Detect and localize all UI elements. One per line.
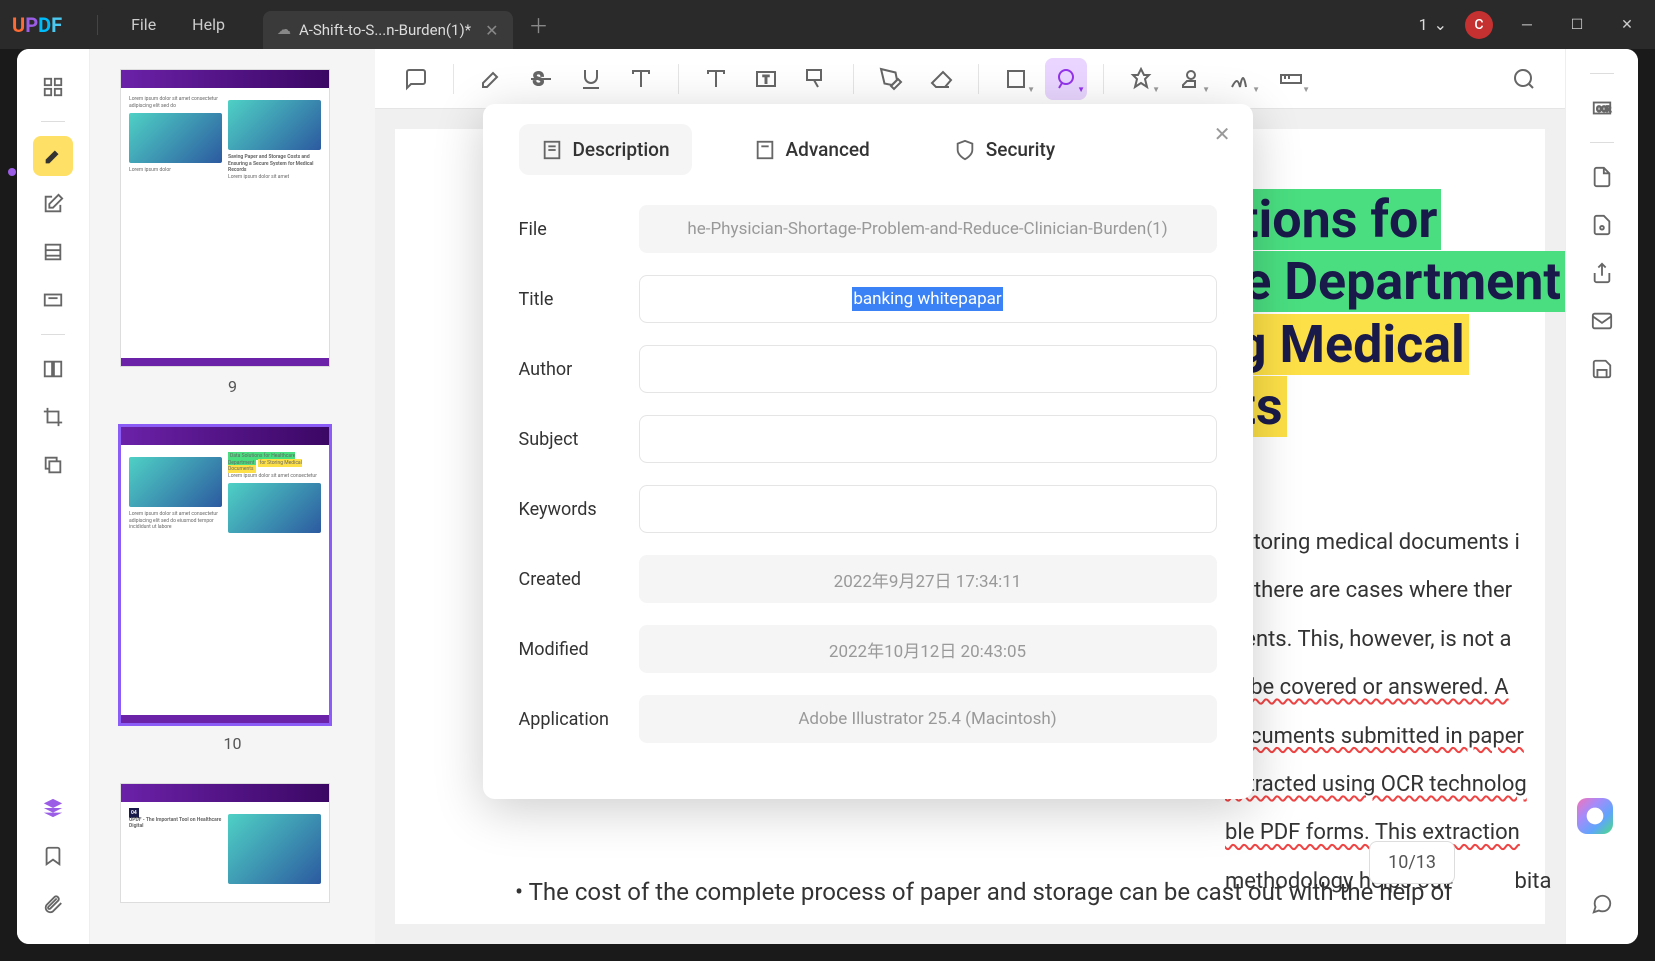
compare-icon[interactable]: [33, 349, 73, 389]
menu-help[interactable]: Help: [174, 15, 243, 34]
textbox-tool[interactable]: T: [745, 58, 787, 100]
eraser-tool[interactable]: [920, 58, 962, 100]
cloud-icon: ☁: [277, 22, 291, 38]
properties-modal: ✕ Description Advanced Security File he-…: [483, 104, 1253, 799]
user-avatar[interactable]: C: [1465, 11, 1493, 39]
protect-icon[interactable]: [1582, 205, 1622, 245]
text-tool[interactable]: [620, 58, 662, 100]
tab-description[interactable]: Description: [519, 124, 692, 175]
thumbnail-page-10[interactable]: Lorem ipsum dolor sit amet consectetur a…: [120, 426, 345, 753]
pencil-tool[interactable]: [870, 58, 912, 100]
thumbnail-number: 9: [120, 377, 345, 396]
titlebar: UPDF File Help ☁ A-Shift-to-S...n-Burden…: [0, 0, 1655, 49]
typewriter-tool[interactable]: [695, 58, 737, 100]
svg-text:OCR: OCR: [1597, 105, 1612, 114]
left-sidebar: [17, 49, 90, 944]
title-input[interactable]: banking whitepapar: [639, 275, 1217, 323]
tab-advanced[interactable]: Advanced: [732, 124, 892, 175]
edit-icon[interactable]: [33, 184, 73, 224]
subject-label: Subject: [519, 429, 639, 450]
author-input[interactable]: [639, 345, 1217, 393]
title-label: Title: [519, 289, 639, 310]
thumbnails-icon[interactable]: [33, 67, 73, 107]
close-icon[interactable]: ✕: [485, 21, 498, 40]
ocr-icon[interactable]: OCR: [1582, 88, 1622, 128]
convert-icon[interactable]: [1582, 157, 1622, 197]
callout-tool[interactable]: [795, 58, 837, 100]
bookmark-icon[interactable]: [33, 836, 73, 876]
created-label: Created: [519, 569, 639, 590]
chat-icon[interactable]: [1582, 884, 1622, 924]
email-icon[interactable]: [1582, 301, 1622, 341]
shapes-tool[interactable]: ▼: [995, 58, 1037, 100]
modal-body: File he-Physician-Shortage-Problem-and-R…: [483, 175, 1253, 775]
lasso-tool[interactable]: ▼: [1045, 58, 1087, 100]
copy-icon[interactable]: [33, 445, 73, 485]
modified-value: 2022年10月12日 20:43:05: [639, 625, 1217, 673]
attachment-icon[interactable]: [33, 884, 73, 924]
thumbnail-page-9[interactable]: Lorem ipsum dolor sit amet consectetur a…: [120, 69, 345, 396]
app-logo: UPDF: [12, 13, 62, 37]
stamp-tool[interactable]: ▼: [1170, 58, 1212, 100]
save-icon[interactable]: [1582, 349, 1622, 389]
page-indicator[interactable]: 10/13: [1369, 841, 1455, 884]
author-label: Author: [519, 359, 639, 380]
menu-file[interactable]: File: [113, 15, 174, 34]
thumbnail-panel: Lorem ipsum dolor sit amet consectetur a…: [90, 49, 375, 944]
application-label: Application: [519, 709, 639, 730]
active-indicator: [8, 168, 16, 176]
pin-tool[interactable]: ▼: [1120, 58, 1162, 100]
close-icon[interactable]: ✕: [1214, 122, 1231, 146]
maximize-button[interactable]: ☐: [1561, 17, 1593, 33]
separator: [41, 121, 65, 122]
strikethrough-tool[interactable]: S: [520, 58, 562, 100]
chevron-down-icon: ⌄: [1434, 15, 1447, 34]
thumbnail-page-11[interactable]: 04UPDF - The Important Tool on Healthcar…: [120, 783, 345, 903]
measure-tool[interactable]: ▼: [1270, 58, 1312, 100]
keywords-input[interactable]: [639, 485, 1217, 533]
ai-assistant-icon[interactable]: [1577, 798, 1613, 834]
keywords-label: Keywords: [519, 499, 639, 520]
crop-icon[interactable]: [33, 397, 73, 437]
comment-tool[interactable]: [395, 58, 437, 100]
highlight-tool[interactable]: [470, 58, 512, 100]
underline-tool[interactable]: [570, 58, 612, 100]
file-label: File: [519, 219, 639, 240]
created-value: 2022年9月27日 17:34:11: [639, 555, 1217, 603]
highlighter-icon[interactable]: [33, 136, 73, 176]
tab-title: A-Shift-to-S...n-Burden(1)*: [299, 21, 471, 39]
form-icon[interactable]: [33, 280, 73, 320]
modal-tabs: Description Advanced Security: [483, 104, 1253, 175]
thumbnail-number: 10: [120, 734, 345, 753]
page-dropdown[interactable]: 1 ⌄: [1419, 15, 1447, 34]
signature-tool[interactable]: ▼: [1220, 58, 1262, 100]
separator: [41, 334, 65, 335]
file-value: he-Physician-Shortage-Problem-and-Reduce…: [639, 205, 1217, 253]
layers-icon[interactable]: [33, 788, 73, 828]
document-tab[interactable]: ☁ A-Shift-to-S...n-Burden(1)* ✕: [263, 11, 513, 49]
minimize-button[interactable]: ─: [1511, 16, 1543, 33]
share-icon[interactable]: [1582, 253, 1622, 293]
close-button[interactable]: ✕: [1611, 17, 1643, 33]
annotation-toolbar: S T ▼ ▼ ▼ ▼ ▼ ▼: [375, 49, 1565, 109]
page-organize-icon[interactable]: [33, 232, 73, 272]
search-icon[interactable]: [1503, 58, 1545, 100]
divider: [97, 15, 98, 35]
modified-label: Modified: [519, 639, 639, 660]
tab-security[interactable]: Security: [932, 124, 1077, 175]
subject-input[interactable]: [639, 415, 1217, 463]
new-tab-button[interactable]: ＋: [529, 10, 549, 39]
application-value: Adobe Illustrator 25.4 (Macintosh): [639, 695, 1217, 743]
svg-text:T: T: [763, 75, 769, 86]
